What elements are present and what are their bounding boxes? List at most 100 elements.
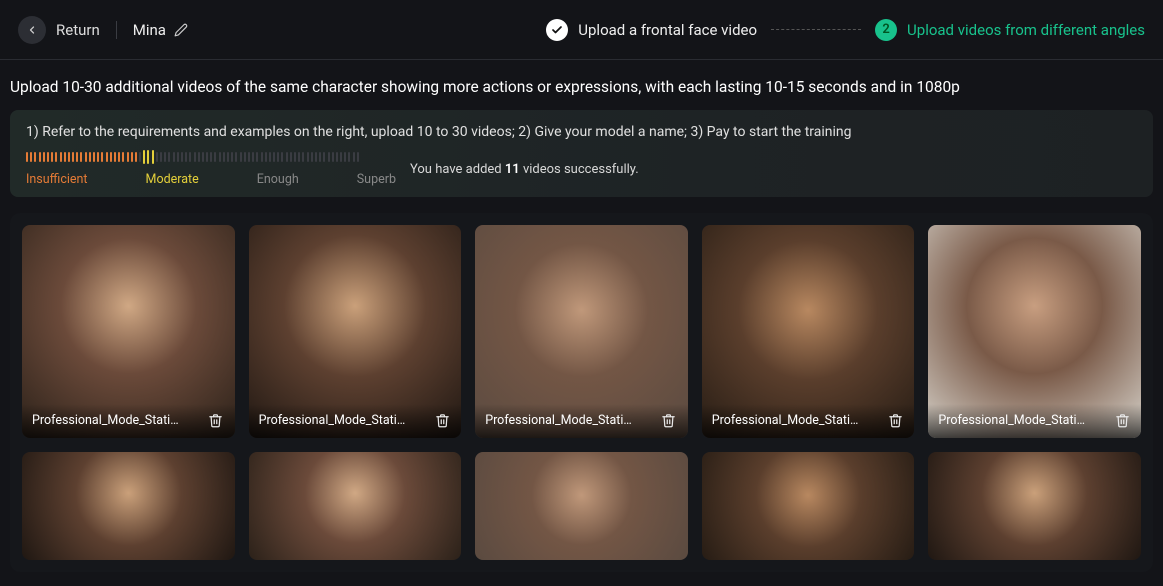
delete-button[interactable]: [660, 412, 678, 430]
meter-tick: [55, 152, 57, 162]
meter-tick: [127, 152, 129, 162]
meter-tick: [110, 152, 112, 162]
video-card[interactable]: [249, 452, 462, 560]
top-bar: Return Mina Upload a frontal face video …: [0, 0, 1163, 60]
video-thumbnail: [702, 452, 915, 560]
meter-tick: [302, 152, 304, 162]
meter-tick: [34, 152, 36, 162]
delete-button[interactable]: [207, 412, 225, 430]
back-button[interactable]: [18, 16, 46, 44]
meter-tick: [269, 152, 271, 162]
meter-tick: [206, 152, 208, 162]
meter-tick: [256, 152, 258, 162]
meter-tick: [72, 152, 74, 162]
added-prefix: You have added: [410, 162, 505, 177]
trash-icon: [435, 413, 450, 428]
meter-tick: [323, 152, 325, 162]
meter-tick: [139, 152, 141, 162]
video-thumbnail: [249, 452, 462, 560]
return-label[interactable]: Return: [56, 21, 100, 39]
added-suffix: videos successfully.: [520, 162, 639, 177]
meter-tick: [290, 152, 292, 162]
video-card[interactable]: Professional_Mode_Static_C…: [928, 225, 1141, 438]
trash-icon: [1115, 413, 1130, 428]
page-heading: Upload 10-30 additional videos of the sa…: [10, 78, 1153, 96]
meter-tick: [26, 152, 28, 162]
meter-tick: [223, 152, 225, 162]
meter-tick: [214, 152, 216, 162]
video-card-footer: Professional_Mode_Static_C…: [22, 404, 235, 438]
video-thumbnail: [475, 452, 688, 560]
video-card[interactable]: [475, 452, 688, 560]
video-card-footer: Professional_Mode_Static_C…: [702, 404, 915, 438]
step-connector: [771, 29, 861, 30]
meter-tick: [131, 152, 133, 162]
meter-tick: [235, 152, 237, 162]
delete-button[interactable]: [886, 412, 904, 430]
video-name: Professional_Mode_Static_C…: [938, 413, 1088, 428]
instructions-panel: 1) Refer to the requirements and example…: [10, 110, 1153, 197]
meter-tick: [64, 152, 66, 162]
meter-tick: [344, 152, 346, 162]
step-2[interactable]: 2 Upload videos from different angles: [875, 19, 1145, 41]
meter-tick: [311, 152, 313, 162]
meter-tick: [244, 152, 246, 162]
video-thumbnail: [928, 452, 1141, 560]
label-superb: Superb: [357, 172, 396, 187]
video-thumbnail: [22, 452, 235, 560]
meter-tick: [122, 152, 124, 162]
chevron-left-icon: [26, 24, 38, 36]
meter-tick: [93, 152, 95, 162]
content: Upload 10-30 additional videos of the sa…: [0, 60, 1163, 586]
meter-tick: [307, 152, 309, 162]
check-icon: [546, 19, 568, 41]
meter-tick: [164, 152, 166, 162]
meter-tick: [51, 152, 53, 162]
video-card[interactable]: [22, 452, 235, 560]
meter-tick: [47, 152, 49, 162]
video-card-footer: Professional_Mode_Static_C…: [249, 404, 462, 438]
video-card[interactable]: Professional_Mode_Static_C…: [702, 225, 915, 438]
step-2-badge: 2: [875, 19, 897, 41]
meter-tick: [135, 152, 137, 162]
step-2-label: Upload videos from different angles: [907, 21, 1145, 39]
meter-tick: [118, 152, 120, 162]
delete-button[interactable]: [433, 412, 451, 430]
meter-tick: [68, 152, 70, 162]
meter-tick: [252, 152, 254, 162]
video-card[interactable]: [928, 452, 1141, 560]
meter-tick: [248, 152, 250, 162]
meter-tick: [181, 152, 183, 162]
trash-icon: [888, 413, 903, 428]
meter-tick: [328, 152, 330, 162]
edit-icon[interactable]: [174, 23, 188, 37]
meter-tick: [185, 152, 187, 162]
instructions-text: 1) Refer to the requirements and example…: [26, 124, 1137, 140]
meter-tick: [39, 152, 41, 162]
meter-tick: [194, 152, 196, 162]
meter-tick: [336, 152, 338, 162]
video-card[interactable]: Professional_Mode_Static_C…: [22, 225, 235, 438]
progress-meter-row: Insufficient Moderate Enough Superb You …: [26, 152, 1137, 187]
meter-tick: [286, 152, 288, 162]
meter-tick: [43, 152, 45, 162]
model-name[interactable]: Mina: [133, 21, 188, 39]
delete-button[interactable]: [1113, 412, 1131, 430]
meter-tick: [30, 152, 32, 162]
meter-tick: [210, 152, 212, 162]
step-1[interactable]: Upload a frontal face video: [546, 19, 757, 41]
meter-tick: [261, 152, 263, 162]
meter-tick: [114, 152, 116, 162]
video-card[interactable]: Professional_Mode_Static_C…: [475, 225, 688, 438]
meter-tick: [219, 152, 221, 162]
video-name: Professional_Mode_Static_C…: [259, 413, 409, 428]
meter-tick: [240, 152, 242, 162]
video-card[interactable]: [702, 452, 915, 560]
label-moderate: Moderate: [146, 172, 199, 187]
meter-tick: [273, 152, 275, 162]
meter-tick: [315, 152, 317, 162]
video-card[interactable]: Professional_Mode_Static_C…: [249, 225, 462, 438]
meter-tick: [101, 152, 103, 162]
divider: [116, 21, 117, 39]
video-name: Professional_Mode_Static_C…: [712, 413, 862, 428]
